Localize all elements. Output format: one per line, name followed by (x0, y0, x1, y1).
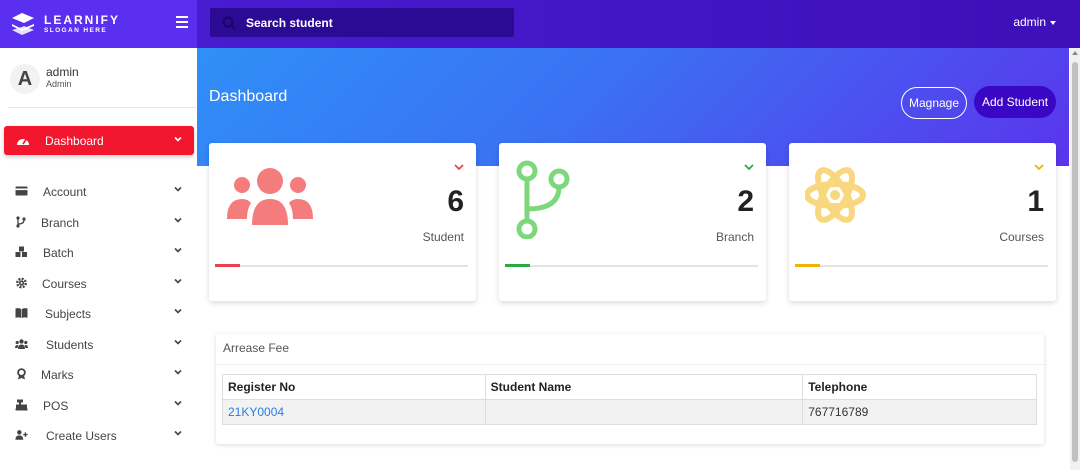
user-menu-label: admin (1013, 15, 1046, 29)
scrollbar-thumb[interactable] (1072, 62, 1078, 462)
search-input[interactable] (246, 13, 506, 33)
sidebar-item-label: Branch (41, 216, 80, 230)
chevron-down-icon (174, 278, 182, 284)
progress-track (795, 264, 1048, 267)
profile-role: Admin (46, 79, 72, 89)
card-icon (15, 186, 28, 196)
progress-fill (215, 264, 241, 267)
chevron-down-icon[interactable] (744, 163, 754, 171)
atom-icon (805, 167, 866, 223)
arrears-fee-panel: Arrease Fee Register No Student Name Tel… (216, 334, 1044, 444)
chevron-down-icon[interactable] (1034, 163, 1044, 171)
progress-fill (795, 264, 821, 267)
column-header-telephone[interactable]: Telephone (802, 374, 1037, 400)
chevron-down-icon (174, 186, 182, 192)
brand-slogan: SLOGAN HERE (44, 27, 108, 34)
chevron-down-icon (174, 308, 182, 314)
progress-track (505, 264, 758, 267)
table-header-row: Register No Student Name Telephone (222, 374, 1037, 400)
users-icon (227, 168, 313, 225)
sidebar-item-label: Courses (42, 277, 87, 291)
cash-register-icon (15, 399, 28, 411)
book-icon (15, 308, 28, 318)
branch-icon (16, 216, 26, 228)
sidebar-item-label: Account (43, 185, 87, 199)
column-header-student-name[interactable]: Student Name (484, 374, 804, 400)
profile: A admin Admin (8, 60, 196, 108)
sidebar-item-subjects[interactable]: Subjects (0, 299, 197, 327)
sidebar-item-account[interactable]: Account (0, 177, 197, 205)
brand-name: LEARNIFY (44, 13, 120, 27)
main-content: Dashboard Magnage Add Student 6 Student … (197, 48, 1069, 470)
page-title: Dashboard (209, 88, 288, 105)
stat-card-branch: 2 Branch (499, 143, 766, 301)
sidebar-item-students[interactable]: Students (0, 330, 197, 358)
avatar: A (10, 64, 40, 94)
sidebar-item-pos[interactable]: POS (0, 391, 197, 419)
column-header-register-no[interactable]: Register No (222, 374, 486, 400)
sidebar-item-label: POS (43, 399, 69, 413)
sidebar-item-branch[interactable]: Branch (0, 208, 197, 236)
stat-value: 2 (737, 185, 754, 218)
users-icon (15, 339, 28, 349)
sidebar-item-label: Students (46, 338, 94, 352)
learnify-logo-icon (12, 13, 34, 35)
sidebar-item-label: Create Users (46, 429, 117, 443)
scroll-up-arrow-icon[interactable] (1072, 51, 1078, 55)
table-cell-student-name (484, 399, 804, 425)
sidebar: A admin Admin Dashboard Account Branch B… (0, 48, 197, 470)
sidebar-item-courses[interactable]: Courses (0, 269, 197, 297)
sidebar-item-batch[interactable]: Batch (0, 238, 197, 266)
stat-label: Branch (715, 230, 754, 244)
search-box (210, 8, 514, 37)
add-student-button[interactable]: Add Student (974, 86, 1056, 118)
brand[interactable]: LEARNIFY SLOGAN HERE (0, 0, 197, 48)
table-cell-register-no: 21KY0004 (222, 399, 486, 425)
progress-track (215, 264, 468, 267)
sidebar-item-marks[interactable]: Marks (0, 360, 197, 388)
stat-label: Courses (999, 230, 1044, 244)
table-cell-telephone: 767716789 (802, 399, 1037, 425)
user-menu[interactable]: admin (1013, 15, 1056, 29)
chevron-down-icon (174, 400, 182, 406)
stat-value: 1 (1027, 185, 1044, 218)
chevron-down-icon (174, 369, 182, 375)
chevron-down-icon[interactable] (454, 163, 464, 171)
award-icon (17, 368, 26, 380)
chevron-down-icon (174, 136, 182, 142)
chevron-down-icon (174, 339, 182, 345)
stat-value: 6 (447, 185, 464, 218)
manage-button[interactable]: Magnage (901, 87, 967, 119)
sidebar-item-label: Batch (43, 246, 74, 260)
sidebar-item-label: Subjects (45, 307, 92, 321)
divider (216, 364, 1044, 365)
stat-card-courses: 1 Courses (789, 143, 1056, 301)
chevron-down-icon (174, 217, 182, 223)
stat-label: Student (422, 230, 464, 244)
search-icon (222, 16, 236, 30)
cubes-icon (15, 246, 27, 257)
sidebar-item-label: Marks (41, 368, 74, 382)
progress-fill (505, 264, 531, 267)
register-no-link[interactable]: 21KY0004 (228, 405, 284, 419)
stat-card-student: 6 Student (209, 143, 476, 301)
branch-icon (516, 160, 570, 239)
panel-title: Arrease Fee (223, 341, 290, 355)
top-bar: LEARNIFY SLOGAN HERE admin (0, 0, 1080, 48)
gauge-icon (17, 139, 29, 145)
arrears-table: Register No Student Name Telephone 21KY0… (222, 374, 1037, 425)
sidebar-item-label: Dashboard (45, 134, 104, 148)
user-plus-icon (15, 430, 28, 440)
table-row: 21KY0004 767716789 (222, 399, 1037, 425)
chevron-down-icon (174, 247, 182, 253)
chevron-down-icon (174, 430, 182, 436)
profile-name: admin (46, 65, 79, 79)
vertical-scrollbar[interactable] (1070, 48, 1080, 470)
cog-icon (16, 277, 27, 289)
hamburger-menu-icon[interactable] (176, 16, 190, 30)
sidebar-item-create-users[interactable]: Create Users (0, 421, 197, 449)
caret-down-icon (1050, 20, 1056, 25)
sidebar-item-dashboard[interactable]: Dashboard (4, 126, 194, 155)
